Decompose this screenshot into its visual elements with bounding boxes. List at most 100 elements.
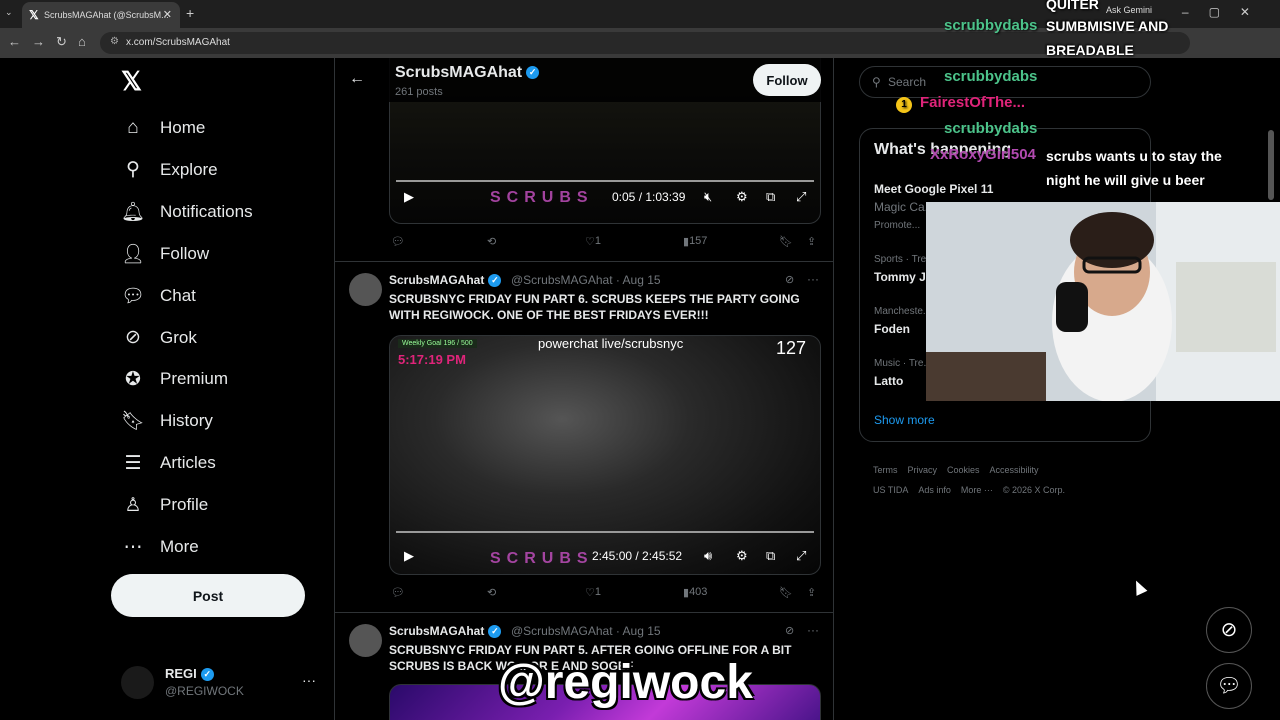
scrollbar[interactable] <box>1268 130 1274 200</box>
nav-item-more[interactable]: ⋯ More <box>120 532 199 562</box>
tweet-more-icon[interactable]: ··· <box>807 623 819 637</box>
show-more-link[interactable]: Show more <box>874 413 935 427</box>
fullscreen-icon[interactable]: ⤢ <box>796 189 806 205</box>
share-icon[interactable]: ⇪ <box>807 235 816 248</box>
footer-link[interactable]: Cookies <box>947 465 980 475</box>
video-progress-bar[interactable] <box>396 531 814 533</box>
post-button[interactable]: Post <box>111 574 305 617</box>
trend-name[interactable]: Foden <box>874 322 910 336</box>
home-icon[interactable]: ⌂ <box>78 34 86 49</box>
mute-icon[interactable]: 🔇︎ <box>704 189 712 205</box>
account-more-icon[interactable]: ··· <box>302 672 316 688</box>
nav-item-home[interactable]: ⌂ Home <box>120 113 205 143</box>
tweet-handle[interactable]: @ScrubsMAGAhat · Aug 15 <box>511 273 661 287</box>
chat-fab-icon[interactable]: 💬︎ <box>1206 663 1252 709</box>
tweet-author[interactable]: ScrubsMAGAhat ✓ <box>389 624 502 639</box>
reply-icon[interactable]: 💬︎ <box>391 586 405 599</box>
address-bar[interactable]: ⚙ x.com/ScrubsMAGAhat <box>100 32 1190 54</box>
account-name[interactable]: REGI ✓ <box>165 666 214 682</box>
tab-close-icon[interactable]: ✕ <box>163 8 172 21</box>
tweet-video[interactable]: Weekly Goal 196 / 500 5:17:19 PM powerch… <box>389 335 821 575</box>
volume-icon[interactable]: 🔊︎ <box>704 548 712 564</box>
profile-header: ← ScrubsMAGAhat ✓ 261 posts Follow <box>335 58 833 102</box>
tweet-handle[interactable]: @ScrubsMAGAhat · Aug 15 <box>511 624 661 638</box>
settings-icon[interactable]: ⚙ <box>736 548 748 564</box>
retweet-icon[interactable]: ⟲ <box>487 235 496 248</box>
nav-item-history[interactable]: 🔖︎ History <box>120 406 213 436</box>
pip-icon[interactable]: ⧉ <box>766 548 775 564</box>
nav-item-notifications[interactable]: 🔔︎ Notifications <box>120 197 253 227</box>
footer-link[interactable]: Terms <box>873 465 898 475</box>
nav-item-chat[interactable]: 💬︎ Chat <box>120 281 196 311</box>
video-progress-bar[interactable] <box>396 180 814 182</box>
chat-username: scrubbydabs <box>944 17 1038 34</box>
nav-item-explore[interactable]: ⚲ Explore <box>120 155 218 185</box>
footer-link[interactable]: More ··· <box>961 485 993 495</box>
post-count: 261 posts <box>395 86 443 98</box>
search-placeholder: Search <box>888 75 927 89</box>
nav-item-profile[interactable]: ♙ Profile <box>120 490 208 520</box>
new-tab-icon[interactable]: + <box>186 5 194 21</box>
footer-link[interactable]: US TIDA <box>873 485 908 495</box>
nav-item-label: Articles <box>160 453 216 473</box>
retweet-icon[interactable]: ⟲ <box>487 586 496 599</box>
account-avatar[interactable] <box>121 666 154 699</box>
browser-tab[interactable]: 𝕏 ScrubsMAGAhat (@ScrubsM... ✕ <box>22 2 180 28</box>
share-icon[interactable]: ⇪ <box>807 586 816 599</box>
x-logo-icon[interactable]: 𝕏 <box>121 66 142 97</box>
views-icon[interactable]: ▮ 157 <box>683 235 707 248</box>
chat-username: 1 FairestOfThe... <box>896 94 1025 113</box>
chat-message: BREADABLE <box>1046 42 1134 58</box>
video-time: 0:05 / 1:03:39 <box>612 190 686 204</box>
views-icon[interactable]: ▮ 403 <box>683 586 707 599</box>
forward-icon[interactable]: → <box>32 34 45 49</box>
nav-item-grok[interactable]: ⊘ Grok <box>120 323 197 353</box>
chat-message: night he will give u beer <box>1046 172 1205 188</box>
nav-item-premium[interactable]: ✪ Premium <box>120 364 228 394</box>
settings-icon[interactable]: ⚙ <box>736 189 748 205</box>
footer-link[interactable]: Privacy <box>908 465 938 475</box>
trend-name[interactable]: Latto <box>874 374 903 388</box>
history-icon: 🔖︎ <box>120 411 146 433</box>
reload-icon[interactable]: ↻ <box>56 34 67 50</box>
play-icon[interactable]: ▶ <box>404 548 414 564</box>
grok-icon[interactable]: ⊘ <box>785 624 794 637</box>
fullscreen-icon[interactable]: ⤢ <box>796 548 806 564</box>
viewer-count: 127 <box>776 338 807 358</box>
like-icon[interactable]: ♡ 1 <box>585 235 601 248</box>
video-time: 2:45:00 / 2:45:52 <box>592 549 683 563</box>
trend-name[interactable]: Meet Google Pixel 11 <box>874 182 993 196</box>
tweet-avatar[interactable] <box>349 273 382 306</box>
tweet-author[interactable]: ScrubsMAGAhat ✓ <box>389 273 502 288</box>
bookmark-icon[interactable]: 🔖︎ <box>779 586 793 599</box>
scrubs-watermark: SCRUBS <box>490 550 594 567</box>
tab-search-icon[interactable]: ⌄ <box>5 7 13 18</box>
reply-icon[interactable]: 💬︎ <box>391 235 405 248</box>
footer-links: Terms Privacy Cookies Accessibility US TIDA A… <box>873 460 1133 500</box>
search-icon: ⚲ <box>872 75 881 89</box>
footer-link[interactable]: © 2026 X Corp. <box>1003 485 1065 495</box>
footer-link[interactable]: Ads info <box>918 485 951 495</box>
home-icon: ⌂ <box>127 117 139 138</box>
nav-item-articles[interactable]: ☰ Articles <box>120 448 216 478</box>
like-icon[interactable]: ♡ 1 <box>585 586 601 599</box>
grok-icon[interactable]: ⊘ <box>785 273 794 286</box>
verified-icon: ✓ <box>526 66 540 80</box>
footer-link[interactable]: Accessibility <box>990 465 1039 475</box>
tweet-avatar[interactable] <box>349 624 382 657</box>
window-controls[interactable]: –▢✕ <box>1182 5 1270 19</box>
chat-message: SUMBMISIVE AND <box>1046 18 1169 34</box>
follow-button[interactable]: Follow <box>753 64 821 96</box>
bookmark-icon[interactable]: 🔖︎ <box>779 235 793 248</box>
site-info-icon[interactable]: ⚙ <box>110 36 119 47</box>
nav-item-label: Home <box>160 118 206 137</box>
tweet-more-icon[interactable]: ··· <box>807 272 819 286</box>
divider <box>335 261 833 262</box>
nav-item-follow[interactable]: 👤︎ Follow <box>120 239 209 269</box>
grok-fab-icon[interactable]: ⊘ <box>1206 607 1252 653</box>
pip-icon[interactable]: ⧉ <box>766 189 775 205</box>
back-icon[interactable]: ← <box>8 34 21 49</box>
play-icon[interactable]: ▶ <box>404 189 414 205</box>
back-arrow-icon[interactable]: ← <box>349 70 365 88</box>
tweet-text: SCRUBSNYC FRIDAY FUN PART 6. SCRUBS KEEP… <box>389 292 800 322</box>
